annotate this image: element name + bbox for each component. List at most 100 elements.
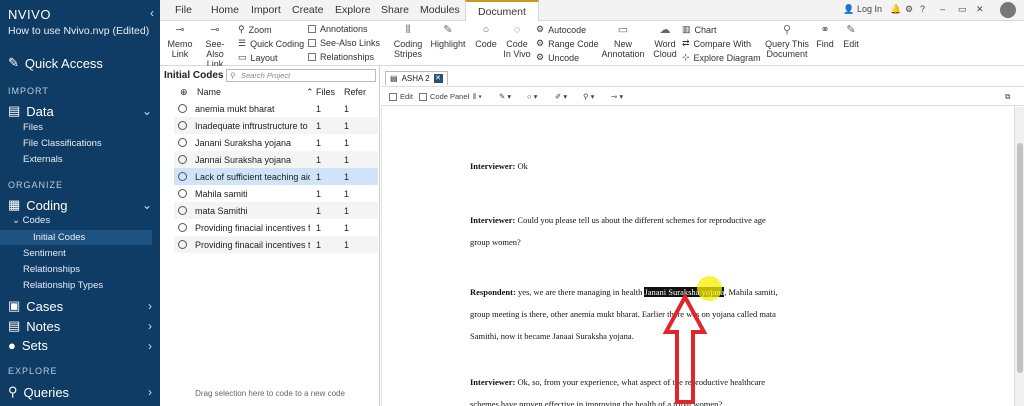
minimize-icon[interactable]: – — [940, 4, 945, 14]
code-row[interactable]: Janani Suraksha yojana 1 1 — [174, 134, 378, 151]
memo-link-button[interactable]: ⊸ Memo Link — [166, 23, 194, 59]
transcript-paragraph[interactable]: Respondent: yes, we are there managing i… — [470, 281, 780, 347]
quick-coding-button[interactable]: ☰ Quick Coding — [238, 38, 304, 49]
scrollbar-thumb[interactable] — [1017, 143, 1023, 373]
nav-item-relationship-types[interactable]: Relationship Types — [23, 280, 103, 291]
see-also-links-checkbox[interactable] — [308, 39, 316, 47]
add-code-icon[interactable]: ⊕ — [180, 87, 188, 98]
see-also-links-toggle[interactable]: See-Also Links — [308, 38, 380, 48]
tab-home[interactable]: Home — [211, 4, 239, 16]
edit-button[interactable]: ✎ Edit — [840, 23, 862, 49]
nav-item-file-classifications[interactable]: File Classifications — [23, 138, 102, 149]
nav-item-initial-codes[interactable]: Initial Codes — [0, 230, 152, 245]
code-row[interactable]: Jannai Suraksha yojana 1 1 — [174, 151, 378, 168]
annotations-checkbox[interactable] — [308, 25, 316, 33]
tab-create[interactable]: Create — [292, 4, 324, 16]
edit-checkbox[interactable] — [389, 92, 397, 101]
range-code-button[interactable]: ⚙ Range Code — [536, 38, 599, 49]
find-button[interactable]: ⚭ Find — [814, 23, 836, 49]
quick-access-item[interactable]: ✎ Quick Access — [8, 55, 103, 71]
account-avatar[interactable] — [1000, 2, 1016, 20]
code-dropdown[interactable]: ○ ▾ — [527, 92, 537, 101]
transcript-paragraph[interactable]: Interviewer: Could you please tell us ab… — [470, 209, 780, 253]
uncode-button[interactable]: ⚙ Uncode — [536, 52, 579, 63]
user-icon[interactable]: 👤 — [843, 4, 854, 15]
column-header-refs[interactable]: Refer — [344, 87, 366, 97]
column-header-files[interactable]: Files — [316, 87, 335, 97]
stripes-dropdown[interactable]: ⫴ ▾ — [473, 92, 482, 102]
query-this-document-button[interactable]: ⚲ Query This Document — [762, 23, 812, 59]
nav-group-coding[interactable]: ▦ Coding ⌄ — [8, 197, 152, 213]
code-row[interactable]: anemia mukt bharat 1 1 — [174, 100, 378, 117]
code-row[interactable]: Inadequate inftrustructure to c 1 1 — [174, 117, 378, 134]
code-panel-toggle[interactable]: Code Panel — [419, 92, 469, 101]
code-row[interactable]: mata Samithi 1 1 — [174, 202, 378, 219]
tab-file[interactable]: File — [175, 4, 192, 16]
transcript-paragraph[interactable]: Interviewer: Ok, so, from your experienc… — [470, 371, 780, 406]
document-tab[interactable]: ▤ ASHA 2 ✕ — [385, 71, 448, 85]
nav-item-files[interactable]: Files — [23, 122, 43, 133]
nav-group-data[interactable]: ▤ Data ⌄ — [8, 103, 152, 119]
code-in-vivo-button[interactable]: ◌ Code In Vivo — [503, 23, 531, 59]
binoculars-icon: ⚭ — [820, 24, 830, 36]
close-tab-icon[interactable]: ✕ — [433, 74, 443, 83]
login-link[interactable]: Log In — [857, 4, 882, 14]
collapse-nav-icon[interactable]: ‹ — [150, 6, 154, 20]
code-refs-count: 1 — [344, 171, 350, 182]
code-panel-checkbox[interactable] — [419, 92, 427, 101]
layout-icon: ▭ — [238, 52, 247, 62]
tab-document[interactable]: Document — [465, 0, 539, 21]
coding-stripes-button[interactable]: ⫴ Coding Stripes — [392, 23, 424, 59]
nav-item-externals[interactable]: Externals — [23, 154, 63, 165]
vertical-scrollbar[interactable] — [1014, 107, 1024, 406]
nav-group-cases[interactable]: ▣ Cases › — [8, 298, 152, 314]
close-window-icon[interactable]: ✕ — [976, 4, 984, 15]
code-row[interactable]: Providing finacial incentives fo 1 1 — [174, 219, 378, 236]
nav-item-relationships[interactable]: Relationships — [23, 264, 80, 275]
tab-share[interactable]: Share — [381, 4, 409, 16]
compare-with-button[interactable]: ⇄ Compare With — [682, 38, 751, 49]
drag-drop-hint[interactable]: Drag selection here to code to a new cod… — [160, 389, 380, 398]
code-row-selected[interactable]: Lack of sufficient teaching aid 1 1 — [174, 168, 378, 185]
tab-modules[interactable]: Modules — [420, 4, 460, 16]
code-name: Providing finacial incentives fo — [195, 222, 310, 233]
transcript-paragraph[interactable]: Interviewer: Ok — [470, 155, 780, 177]
nav-item-sentiment[interactable]: Sentiment — [23, 248, 66, 259]
nav-group-notes[interactable]: ▤ Notes › — [8, 318, 152, 334]
nav-group-queries[interactable]: ⚲ Queries › — [8, 384, 152, 400]
pen-dropdown[interactable]: ✐ ▾ — [555, 92, 567, 101]
new-annotation-button[interactable]: ▭ New Annotation — [600, 23, 646, 59]
link-dropdown[interactable]: ⊸ ▾ — [611, 92, 623, 101]
code-button[interactable]: ○ Code — [473, 23, 499, 49]
annotations-toggle[interactable]: Annotations — [308, 24, 368, 34]
relationships-checkbox[interactable] — [308, 53, 316, 61]
autocode-button[interactable]: ⚙ Autocode — [536, 24, 586, 35]
new-annotation-label-2: Annotation — [601, 49, 645, 59]
explore-diagram-button[interactable]: ⊹ Explore Diagram — [682, 52, 761, 63]
zoom-button[interactable]: ⚲ Zoom — [238, 24, 272, 35]
nav-group-sets[interactable]: ● Sets › — [8, 338, 152, 353]
tab-import[interactable]: Import — [251, 4, 281, 16]
undock-icon[interactable]: ⧉ — [1005, 92, 1010, 102]
tab-explore[interactable]: Explore — [335, 4, 371, 16]
nav-item-codes[interactable]: ⌄ Codes — [12, 215, 50, 226]
code-row[interactable]: Mahila samiti 1 1 — [174, 185, 378, 202]
see-also-link-button[interactable]: ⊸ See-Also Link — [197, 23, 233, 69]
highlight-dropdown[interactable]: ✎ ▾ — [499, 92, 511, 101]
queries-label: Queries — [23, 384, 70, 400]
zoom-dropdown[interactable]: ⚲ ▾ — [583, 92, 594, 101]
notification-icon[interactable]: 🔔 — [890, 4, 901, 15]
search-input[interactable]: ⚲ Search Project — [226, 69, 376, 82]
edit-toggle[interactable]: Edit — [389, 92, 413, 101]
help-icon[interactable]: ? — [920, 4, 925, 14]
settings-icon[interactable]: ⚙ — [905, 4, 913, 15]
word-cloud-button[interactable]: ☁ Word Cloud — [652, 23, 678, 59]
code-row[interactable]: Providing finacail incentives to 1 1 — [174, 236, 378, 253]
relationships-toggle[interactable]: Relationships — [308, 52, 374, 62]
chart-button[interactable]: ▥ Chart — [682, 24, 717, 35]
highlight-button[interactable]: ✎ Highlight — [428, 23, 468, 49]
layout-button[interactable]: ▭ Layout — [238, 52, 278, 63]
code-files-count: 1 — [316, 154, 322, 165]
column-header-name[interactable]: Name — [197, 87, 221, 97]
restore-icon[interactable]: ▭ — [958, 4, 967, 15]
